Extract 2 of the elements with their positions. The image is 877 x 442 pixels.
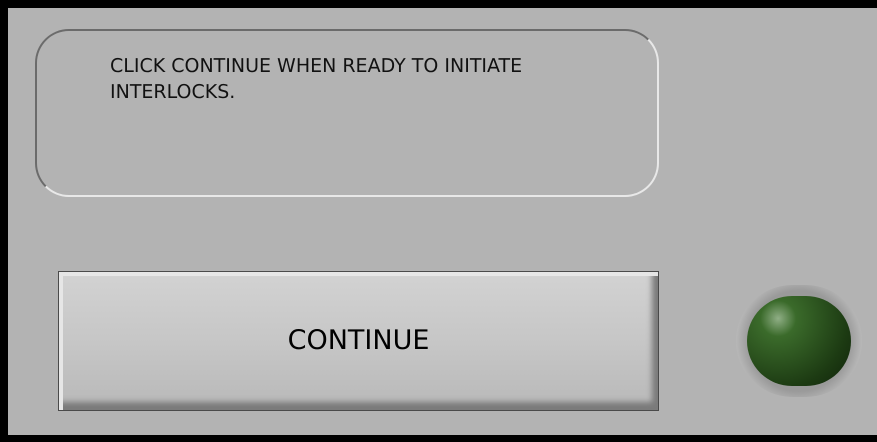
continue-button[interactable]: CONTINUE bbox=[58, 271, 659, 411]
instruction-text: CLICK CONTINUE WHEN READY TO INITIATE INTERLOCKS. bbox=[110, 54, 524, 105]
